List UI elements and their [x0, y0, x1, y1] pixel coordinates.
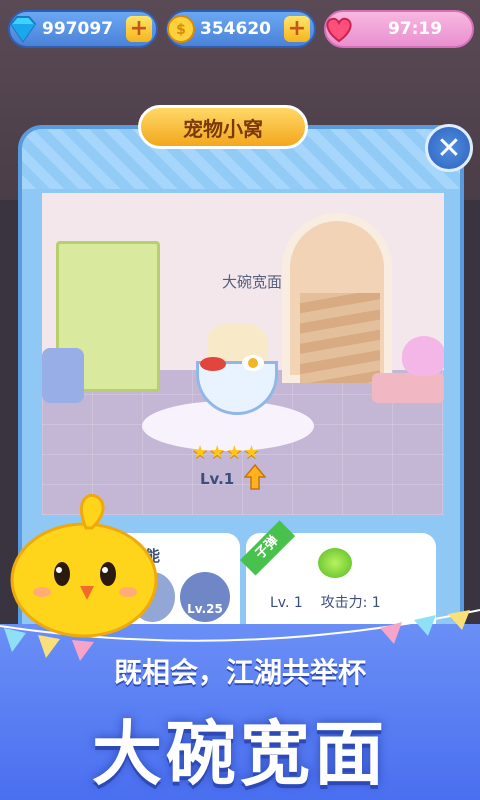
sofa: [42, 348, 84, 403]
close-button[interactable]: ✕: [425, 124, 473, 172]
coin-value: 354620: [200, 19, 271, 39]
level-up-arrow-icon[interactable]: [243, 463, 267, 491]
pet-star-rating: ★★★★: [192, 442, 261, 463]
chair: [372, 373, 444, 403]
yellow-chick-mascot: [10, 493, 158, 638]
energy-counter: 97:19: [324, 10, 474, 48]
pet-name: 大碗宽面: [221, 273, 282, 291]
coin-icon: $: [164, 12, 198, 46]
add-coins-button[interactable]: +: [284, 16, 310, 42]
egg: [242, 355, 264, 371]
svg-text:$: $: [176, 22, 186, 38]
lime-bullet-icon: [318, 548, 352, 578]
pet-level: Lv.1: [200, 470, 235, 488]
diamond-counter: 997097 +: [8, 10, 158, 48]
banner-headline: 大碗宽面: [92, 713, 388, 795]
close-icon: ✕: [436, 130, 462, 166]
staircase: [300, 293, 380, 383]
energy-value: 97:19: [387, 19, 443, 39]
panel-title: 宠物小窝: [138, 105, 308, 149]
pet-room-scene: 大碗宽面: [42, 193, 444, 515]
pink-cat-pet: [402, 336, 444, 376]
heart-icon: [322, 12, 356, 46]
diamond-value: 997097: [42, 19, 113, 39]
banner-subtitle: 既相会，江湖共举杯: [113, 656, 366, 689]
diamond-icon: [6, 12, 40, 46]
add-diamonds-button[interactable]: +: [126, 16, 152, 42]
tomato-slice: [200, 357, 226, 371]
coin-counter: $ 354620 +: [166, 10, 316, 48]
